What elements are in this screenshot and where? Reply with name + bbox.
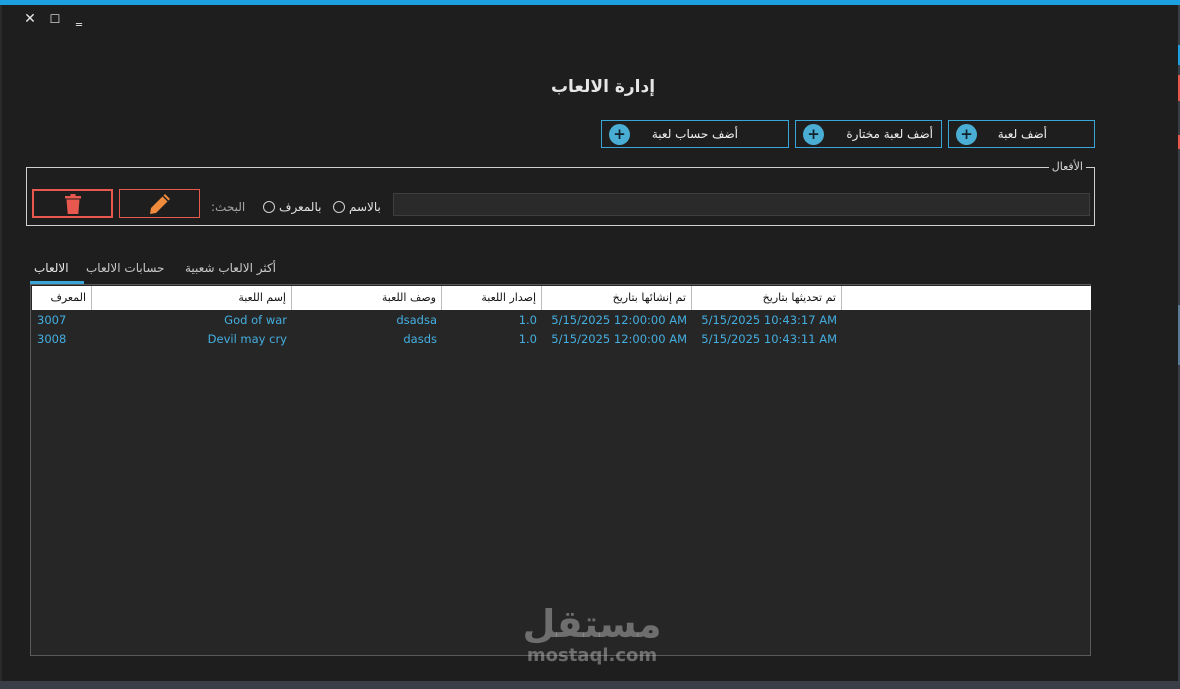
minimize-button[interactable]: ‗ <box>66 9 92 29</box>
add-selected-game-button[interactable]: أضف لعبة مختارة + <box>795 120 942 148</box>
search-label: :البحث <box>211 200 246 214</box>
search-by-name-radio[interactable]: بالاسم <box>333 200 381 214</box>
cell-created: 5/15/2025 12:00:00 AM <box>551 332 687 346</box>
add-game-account-label: أضف حساب لعبة <box>651 127 738 141</box>
plus-icon: + <box>803 124 824 145</box>
cell-version: 1.0 <box>518 313 537 327</box>
watermark-arabic: مستقل <box>522 602 662 646</box>
plus-icon: + <box>956 124 977 145</box>
search-by-name-label: بالاسم <box>349 200 381 214</box>
add-game-account-button[interactable]: أضف حساب لعبة + <box>601 120 789 148</box>
add-game-label: أضف لعبة <box>997 127 1047 141</box>
search-by-id-label: بالمعرف <box>279 200 322 214</box>
radio-circle[interactable] <box>263 201 275 213</box>
games-table[interactable]: المعرف إسم اللعبة وصف اللعبة إصدار اللعب… <box>30 284 1091 656</box>
watermark-latin: mostaql.com <box>526 645 658 666</box>
cell-updated: 5/15/2025 10:43:11 AM <box>701 332 837 346</box>
maximize-button[interactable]: ☐ <box>42 9 68 29</box>
add-game-button[interactable]: أضف لعبة + <box>948 120 1095 148</box>
cell-created: 5/15/2025 12:00:00 AM <box>551 313 687 327</box>
actions-group: الأفعال :البحث بالمعرف بالاسم <box>26 160 1095 226</box>
search-by-id-radio[interactable]: بالمعرف <box>263 200 321 214</box>
plus-icon: + <box>609 124 630 145</box>
radio-circle[interactable] <box>333 201 345 213</box>
column-header-updated[interactable]: تم تحديثها بتاريخ <box>692 286 842 310</box>
column-header-id[interactable]: المعرف <box>32 286 92 310</box>
mostaql-watermark: مستقل mostaql.com <box>512 602 672 666</box>
tab-game-accounts[interactable]: حسابات الالعاب <box>86 261 164 275</box>
close-button[interactable]: ✕ <box>17 9 43 29</box>
cell-updated: 5/15/2025 10:43:17 AM <box>701 313 837 327</box>
cell-id: 3007 <box>37 313 67 327</box>
cell-name: Devil may cry <box>207 332 287 346</box>
table-header: المعرف إسم اللعبة وصف اللعبة إصدار اللعب… <box>32 286 1091 310</box>
column-header-created[interactable]: تم إنشائها بتاريخ <box>542 286 692 310</box>
table-row[interactable]: 3008 Devil may cry dasds 1.0 5/15/2025 1… <box>32 330 1091 349</box>
search-input[interactable] <box>393 193 1090 216</box>
add-selected-game-label: أضف لعبة مختارة <box>846 127 933 141</box>
column-header-name[interactable]: إسم اللعبة <box>92 286 292 310</box>
edit-button[interactable] <box>119 189 200 218</box>
pencil-icon <box>150 194 170 214</box>
cell-name: God of war <box>224 313 287 327</box>
delete-button[interactable] <box>32 189 113 218</box>
cell-version: 1.0 <box>518 332 537 346</box>
actions-legend: الأفعال <box>1048 160 1086 173</box>
tab-popular-games[interactable]: أكثر الالعاب شعبية <box>185 261 276 275</box>
column-header-version[interactable]: إصدار اللعبة <box>442 286 542 310</box>
column-header-description[interactable]: وصف اللعبة <box>292 286 442 310</box>
cell-id: 3008 <box>37 332 67 346</box>
tab-games[interactable]: الالعاب <box>34 261 69 275</box>
table-row[interactable]: 3007 God of war dsadsa 1.0 5/15/2025 12:… <box>32 311 1091 330</box>
cell-description: dsadsa <box>396 313 437 327</box>
cell-description: dasds <box>403 332 437 346</box>
trash-icon <box>64 193 81 214</box>
page-title: إدارة الالعاب <box>550 77 656 97</box>
taskbar-strip <box>0 681 1180 689</box>
main-window: ✕ ☐ ‗ إدارة الالعاب أضف لعبة + أضف لعبة … <box>2 5 1178 681</box>
